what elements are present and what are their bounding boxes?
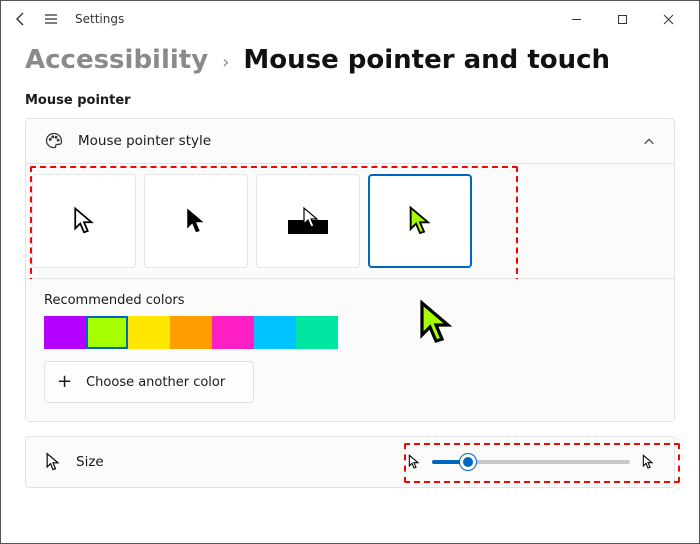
pointer-size-card: Size xyxy=(25,436,675,488)
minimize-button[interactable] xyxy=(553,3,599,35)
pointer-style-inverted[interactable] xyxy=(256,174,360,268)
size-label: Size xyxy=(76,454,104,470)
card-title: Mouse pointer style xyxy=(78,133,211,149)
pointer-style-white[interactable] xyxy=(32,174,136,268)
chevron-up-icon xyxy=(642,134,656,148)
palette-icon xyxy=(44,131,64,151)
swatch-yellow[interactable] xyxy=(128,316,170,349)
color-swatches xyxy=(44,316,656,349)
close-button[interactable] xyxy=(645,3,691,35)
back-button[interactable] xyxy=(13,11,29,27)
recommended-colors-label: Recommended colors xyxy=(44,293,656,308)
maximize-button[interactable] xyxy=(599,3,645,35)
slider-max-icon xyxy=(640,454,656,470)
slider-min-icon xyxy=(406,454,422,470)
window-title: Settings xyxy=(75,12,124,26)
swatch-cyan[interactable] xyxy=(254,316,296,349)
breadcrumb-current: Mouse pointer and touch xyxy=(243,45,610,75)
section-heading: Mouse pointer xyxy=(1,85,699,114)
swatch-aqua[interactable] xyxy=(296,316,338,349)
swatch-orange[interactable] xyxy=(170,316,212,349)
swatch-magenta[interactable] xyxy=(212,316,254,349)
choose-another-color-label: Choose another color xyxy=(86,375,225,390)
chevron-right-icon: › xyxy=(222,52,229,73)
cursor-small-icon xyxy=(44,452,62,472)
slider-thumb[interactable] xyxy=(460,454,476,470)
choose-another-color-button[interactable]: + Choose another color xyxy=(44,361,254,403)
hamburger-icon[interactable] xyxy=(43,11,59,27)
plus-icon: + xyxy=(57,373,72,391)
pointer-style-card: Mouse pointer style xyxy=(25,118,675,422)
card-header[interactable]: Mouse pointer style xyxy=(26,119,674,163)
pointer-style-black[interactable] xyxy=(144,174,248,268)
pointer-style-options xyxy=(26,164,674,278)
titlebar: Settings xyxy=(1,1,699,37)
swatch-lime[interactable] xyxy=(86,316,128,349)
breadcrumb: Accessibility › Mouse pointer and touch xyxy=(1,37,699,85)
swatch-purple[interactable] xyxy=(44,316,86,349)
cursor-preview-icon xyxy=(416,299,456,347)
size-slider[interactable] xyxy=(432,460,630,464)
pointer-style-custom[interactable] xyxy=(368,174,472,268)
breadcrumb-parent[interactable]: Accessibility xyxy=(25,45,208,75)
